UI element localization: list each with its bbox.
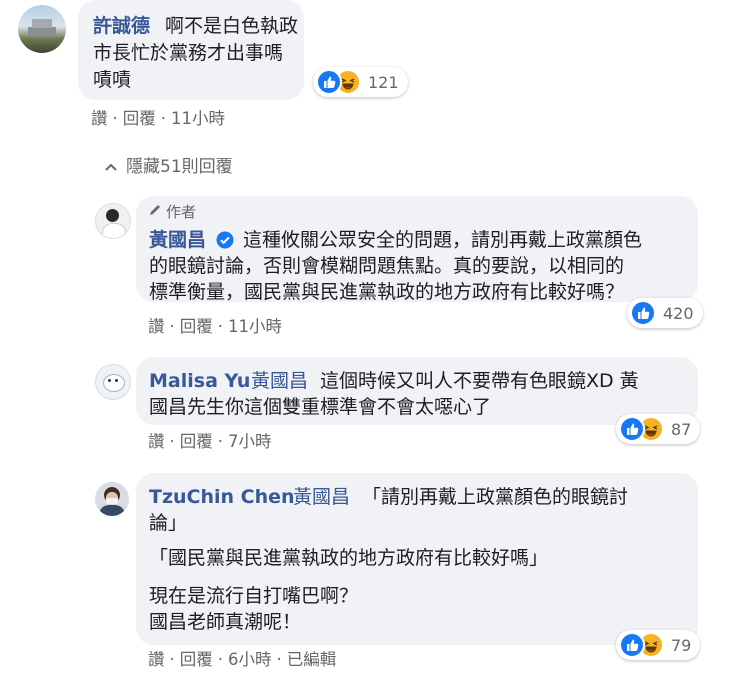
avatar-tzuchin[interactable] bbox=[95, 482, 129, 516]
mention-link[interactable]: 黃國昌 bbox=[293, 485, 350, 510]
comment-actions: 讚 · 回覆 · 11小時 bbox=[91, 109, 225, 128]
reply-button[interactable]: 回覆 bbox=[180, 317, 213, 336]
reply-actions: 讚 · 回覆 · 6小時 · 已編輯 bbox=[148, 650, 337, 669]
like-icon bbox=[316, 69, 342, 95]
pencil-icon bbox=[148, 203, 162, 221]
reply-text-line: 「國民黨與民進黨執政的地方政府有比較好嗎」 bbox=[149, 547, 549, 569]
comment-text-line: 啊不是白色執政 bbox=[165, 15, 299, 37]
reply-text-line: 現在是流行自打嘴巴啊？ bbox=[149, 585, 359, 607]
author-badge: 作者 bbox=[148, 203, 196, 221]
mention-link[interactable]: 黃國昌 bbox=[251, 369, 308, 394]
reply-button[interactable]: 回覆 bbox=[123, 109, 156, 128]
hide-replies-label: 隱藏51則回覆 bbox=[126, 157, 233, 177]
like-icon bbox=[619, 416, 645, 442]
like-button[interactable]: 讚 bbox=[148, 432, 165, 451]
timestamp[interactable]: 6小時 bbox=[228, 650, 272, 669]
reply-author[interactable]: TzuChin Chen bbox=[149, 485, 295, 510]
like-button[interactable]: 讚 bbox=[91, 109, 108, 128]
verified-icon bbox=[216, 231, 234, 253]
reaction-summary[interactable]: 121 bbox=[313, 67, 408, 97]
reaction-count: 79 bbox=[671, 635, 692, 655]
reaction-summary[interactable]: 79 bbox=[616, 630, 701, 660]
reply-button[interactable]: 回覆 bbox=[180, 650, 213, 669]
comment-author[interactable]: 許誠德 bbox=[93, 14, 150, 39]
reply-text-line: 國昌老師真潮呢！ bbox=[149, 611, 302, 633]
reaction-summary[interactable]: 420 bbox=[627, 298, 703, 328]
reply-text-line: 的眼鏡討論，否則會模糊問題焦點。真的要說，以相同的 bbox=[149, 255, 625, 277]
reply-text-line: 「請別再戴上政黨顏色的眼鏡討 bbox=[362, 486, 629, 508]
like-button[interactable]: 讚 bbox=[148, 650, 165, 669]
comment-text-line: 市長忙於黨務才出事嗎 bbox=[93, 42, 284, 64]
reply-text-line: 國昌先生你這個雙重標準會不會太噁心了 bbox=[149, 396, 492, 418]
hide-replies-toggle[interactable]: 隱藏51則回覆 bbox=[104, 156, 233, 178]
avatar-huang[interactable] bbox=[95, 203, 131, 239]
like-icon bbox=[619, 632, 645, 658]
like-icon bbox=[630, 300, 656, 326]
reply-actions: 讚 · 回覆 · 7小時 bbox=[148, 432, 272, 451]
timestamp[interactable]: 11小時 bbox=[171, 109, 225, 128]
timestamp[interactable]: 7小時 bbox=[228, 432, 272, 451]
reaction-count: 87 bbox=[671, 419, 692, 439]
reply-text-line: 這個時候又叫人不要帶有色眼鏡XD 黃 bbox=[320, 370, 639, 392]
chevron-up-icon bbox=[104, 156, 118, 178]
like-button[interactable]: 讚 bbox=[148, 317, 165, 336]
reply-actions: 讚 · 回覆 · 11小時 bbox=[148, 317, 282, 336]
reaction-summary[interactable]: 87 bbox=[616, 414, 701, 444]
reply-text-line: 標準衡量，國民黨與民進黨執政的地方政府有比較好嗎？ bbox=[149, 281, 625, 303]
comment-text-line: 嘖嘖 bbox=[93, 69, 132, 91]
reply-text-line: 這種攸關公眾安全的問題，請別再戴上政黨顏色 bbox=[243, 229, 643, 251]
avatar-malisa[interactable] bbox=[95, 364, 131, 400]
reply-author[interactable]: 黃國昌 bbox=[149, 228, 206, 253]
reply-author[interactable]: Malisa Yu bbox=[149, 369, 250, 394]
reaction-count: 121 bbox=[368, 72, 399, 92]
edited-label[interactable]: 已編輯 bbox=[287, 650, 337, 669]
reply-text-line: 論」 bbox=[149, 512, 188, 534]
reaction-count: 420 bbox=[663, 303, 694, 323]
avatar-xu[interactable] bbox=[18, 5, 66, 53]
reply-button[interactable]: 回覆 bbox=[180, 432, 213, 451]
timestamp[interactable]: 11小時 bbox=[228, 317, 282, 336]
